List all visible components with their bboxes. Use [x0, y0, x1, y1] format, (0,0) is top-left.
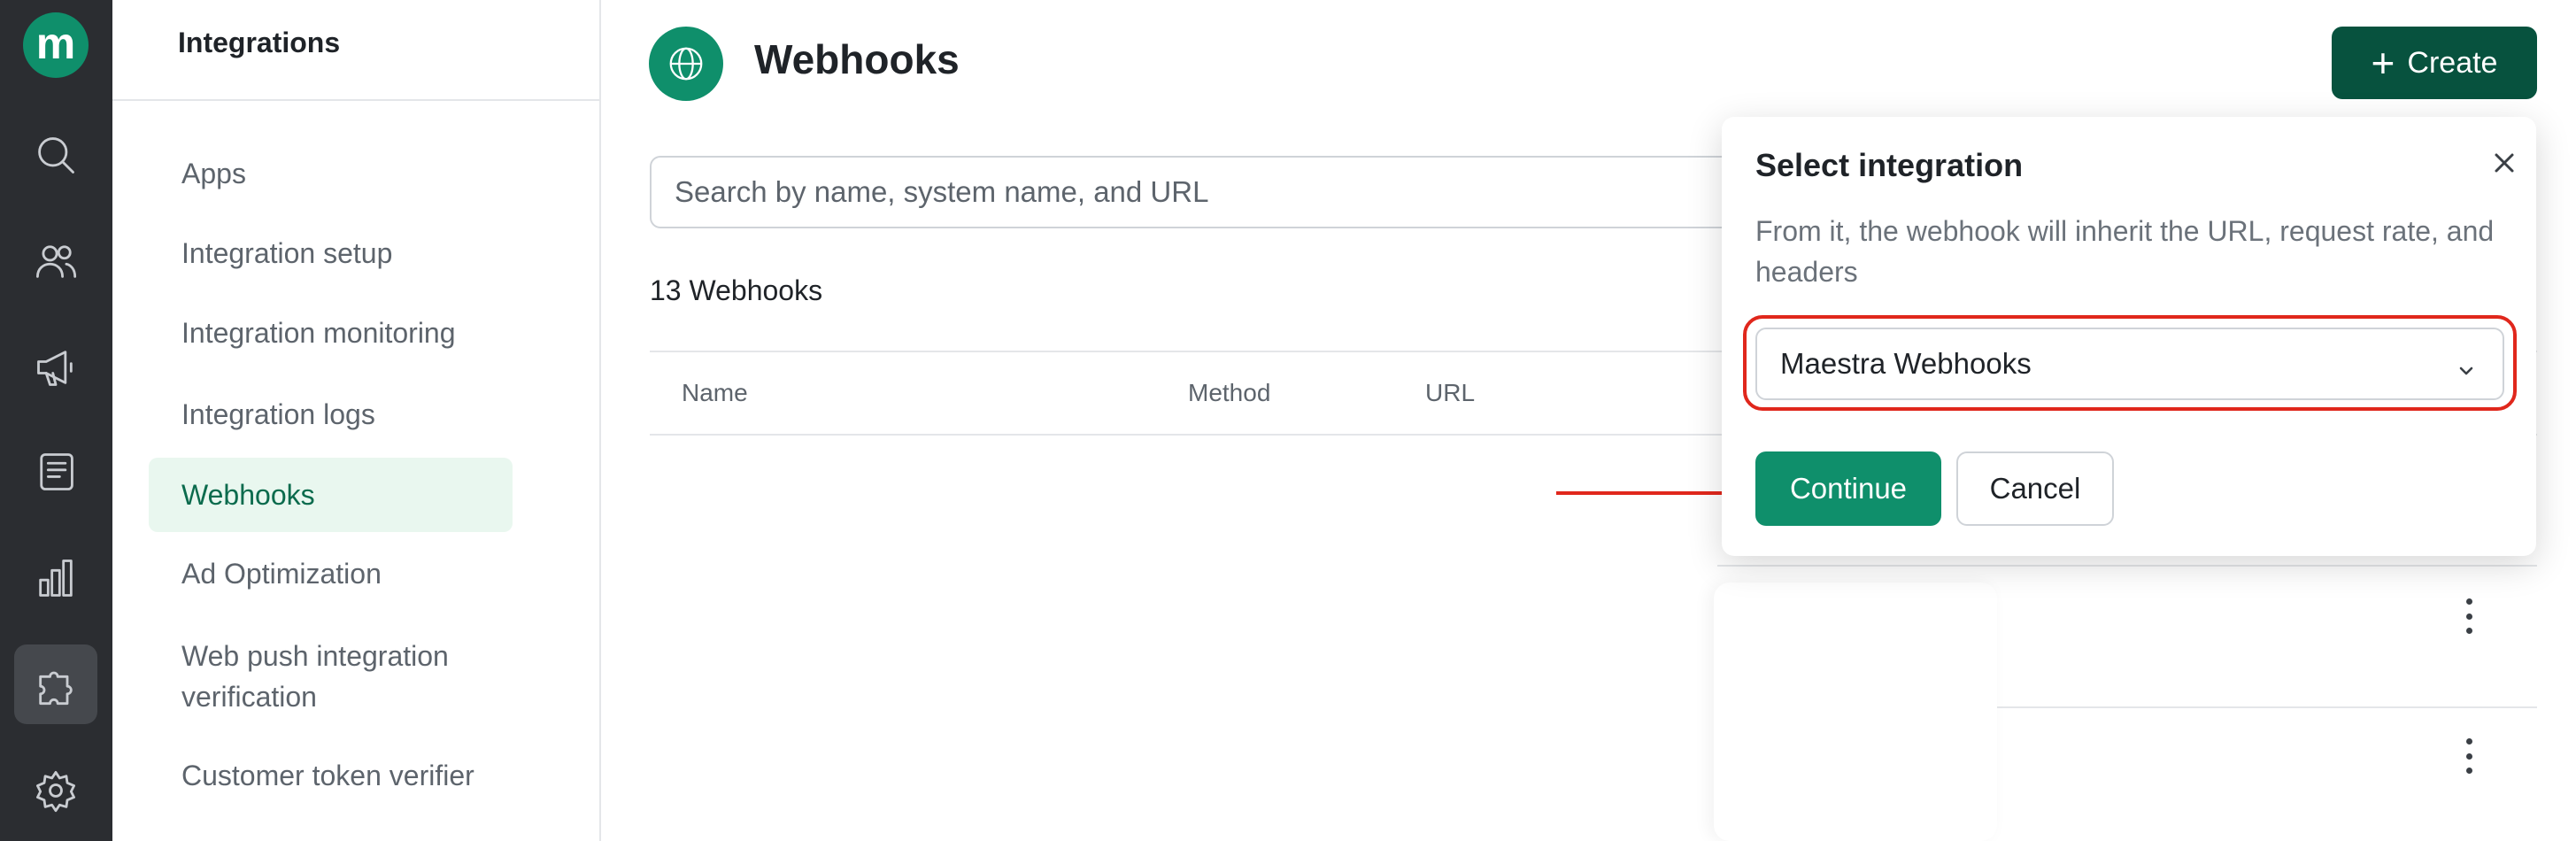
rail-documents[interactable] — [14, 432, 97, 512]
integration-select-value: Maestra Webhooks — [1780, 347, 2032, 380]
bar-chart-icon — [39, 559, 73, 597]
icon-rail: m — [0, 0, 112, 841]
sidebar-item-ad-optimization[interactable]: Ad Optimization — [149, 536, 513, 611]
search-icon — [38, 137, 74, 174]
sidebar-item-label: Integration setup — [181, 237, 393, 269]
sidebar-item-web-push-verification[interactable]: Web push integration verification — [149, 634, 467, 719]
column-header-method[interactable]: Method — [1188, 379, 1270, 407]
rail-integrations[interactable] — [14, 644, 97, 724]
row-more-icon[interactable] — [2460, 598, 2478, 634]
rail-analytics[interactable] — [14, 538, 97, 618]
document-icon — [40, 453, 73, 490]
annotation-arrow-line — [1556, 491, 1733, 495]
sidebar-item-integration-logs[interactable]: Integration logs — [149, 377, 513, 451]
sidebar-item-integration-setup[interactable]: Integration setup — [149, 216, 513, 290]
column-header-name[interactable]: Name — [682, 379, 748, 407]
webhooks-page-icon — [649, 27, 723, 101]
sidebar-item-label: Webhooks — [181, 479, 315, 511]
search-placeholder: Search by name, system name, and URL — [675, 175, 1209, 208]
sidebar-item-integration-monitoring[interactable]: Integration monitoring — [149, 296, 513, 370]
sidebar-item-label: Web push integration verification — [181, 640, 449, 713]
rail-users[interactable] — [14, 221, 97, 301]
page-title: Webhooks — [754, 36, 960, 82]
popover-title: Select integration — [1755, 147, 2024, 183]
rail-search[interactable] — [14, 115, 97, 195]
row-more-icon[interactable] — [2460, 738, 2478, 774]
sidebar-item-label: Ad Optimization — [181, 558, 382, 590]
gear-icon — [36, 771, 75, 813]
puzzle-icon — [39, 671, 73, 706]
row-loading-card — [1714, 583, 1997, 841]
sidebar-item-label: Customer token verifier — [181, 760, 474, 791]
create-button[interactable]: + Create — [2332, 27, 2537, 99]
globe-icon — [669, 47, 703, 81]
sidebar-item-customer-token-verifier[interactable]: Customer token verifier — [149, 738, 513, 813]
search-input[interactable]: Search by name, system name, and URL — [650, 156, 1756, 228]
integration-select[interactable]: Maestra Webhooks — [1755, 328, 2504, 400]
chevron-down-icon — [2456, 354, 2476, 375]
rail-settings[interactable] — [14, 751, 97, 830]
close-icon — [2495, 153, 2514, 173]
cancel-button[interactable]: Cancel — [1956, 451, 2114, 526]
column-header-url[interactable]: URL — [1425, 379, 1475, 407]
users-icon — [36, 245, 77, 278]
sidebar-item-apps[interactable]: Apps — [149, 136, 513, 211]
create-button-label: Create — [2407, 45, 2498, 80]
sidebar-divider — [112, 99, 599, 101]
select-integration-popover: Select integration From it, the webhook … — [1722, 117, 2536, 556]
plus-icon: + — [2371, 40, 2395, 86]
megaphone-icon — [37, 351, 73, 386]
app-logo[interactable]: m — [23, 12, 89, 78]
webhooks-count: 13 Webhooks — [650, 274, 823, 306]
table-row-divider — [1717, 565, 2537, 567]
sidebar-item-webhooks[interactable]: Webhooks — [149, 458, 513, 532]
sidebar-item-label: Integration monitoring — [181, 317, 456, 349]
sidebar-item-label: Integration logs — [181, 398, 375, 430]
integrations-sidebar: Integrations Apps Integration setup Inte… — [112, 0, 601, 841]
close-button[interactable] — [2485, 143, 2524, 182]
popover-description: From it, the webhook will inherit the UR… — [1755, 215, 2495, 288]
sidebar-item-label: Apps — [181, 158, 246, 189]
continue-button[interactable]: Continue — [1755, 451, 1941, 526]
sidebar-title: Integrations — [178, 27, 341, 58]
rail-campaigns[interactable] — [14, 328, 97, 407]
